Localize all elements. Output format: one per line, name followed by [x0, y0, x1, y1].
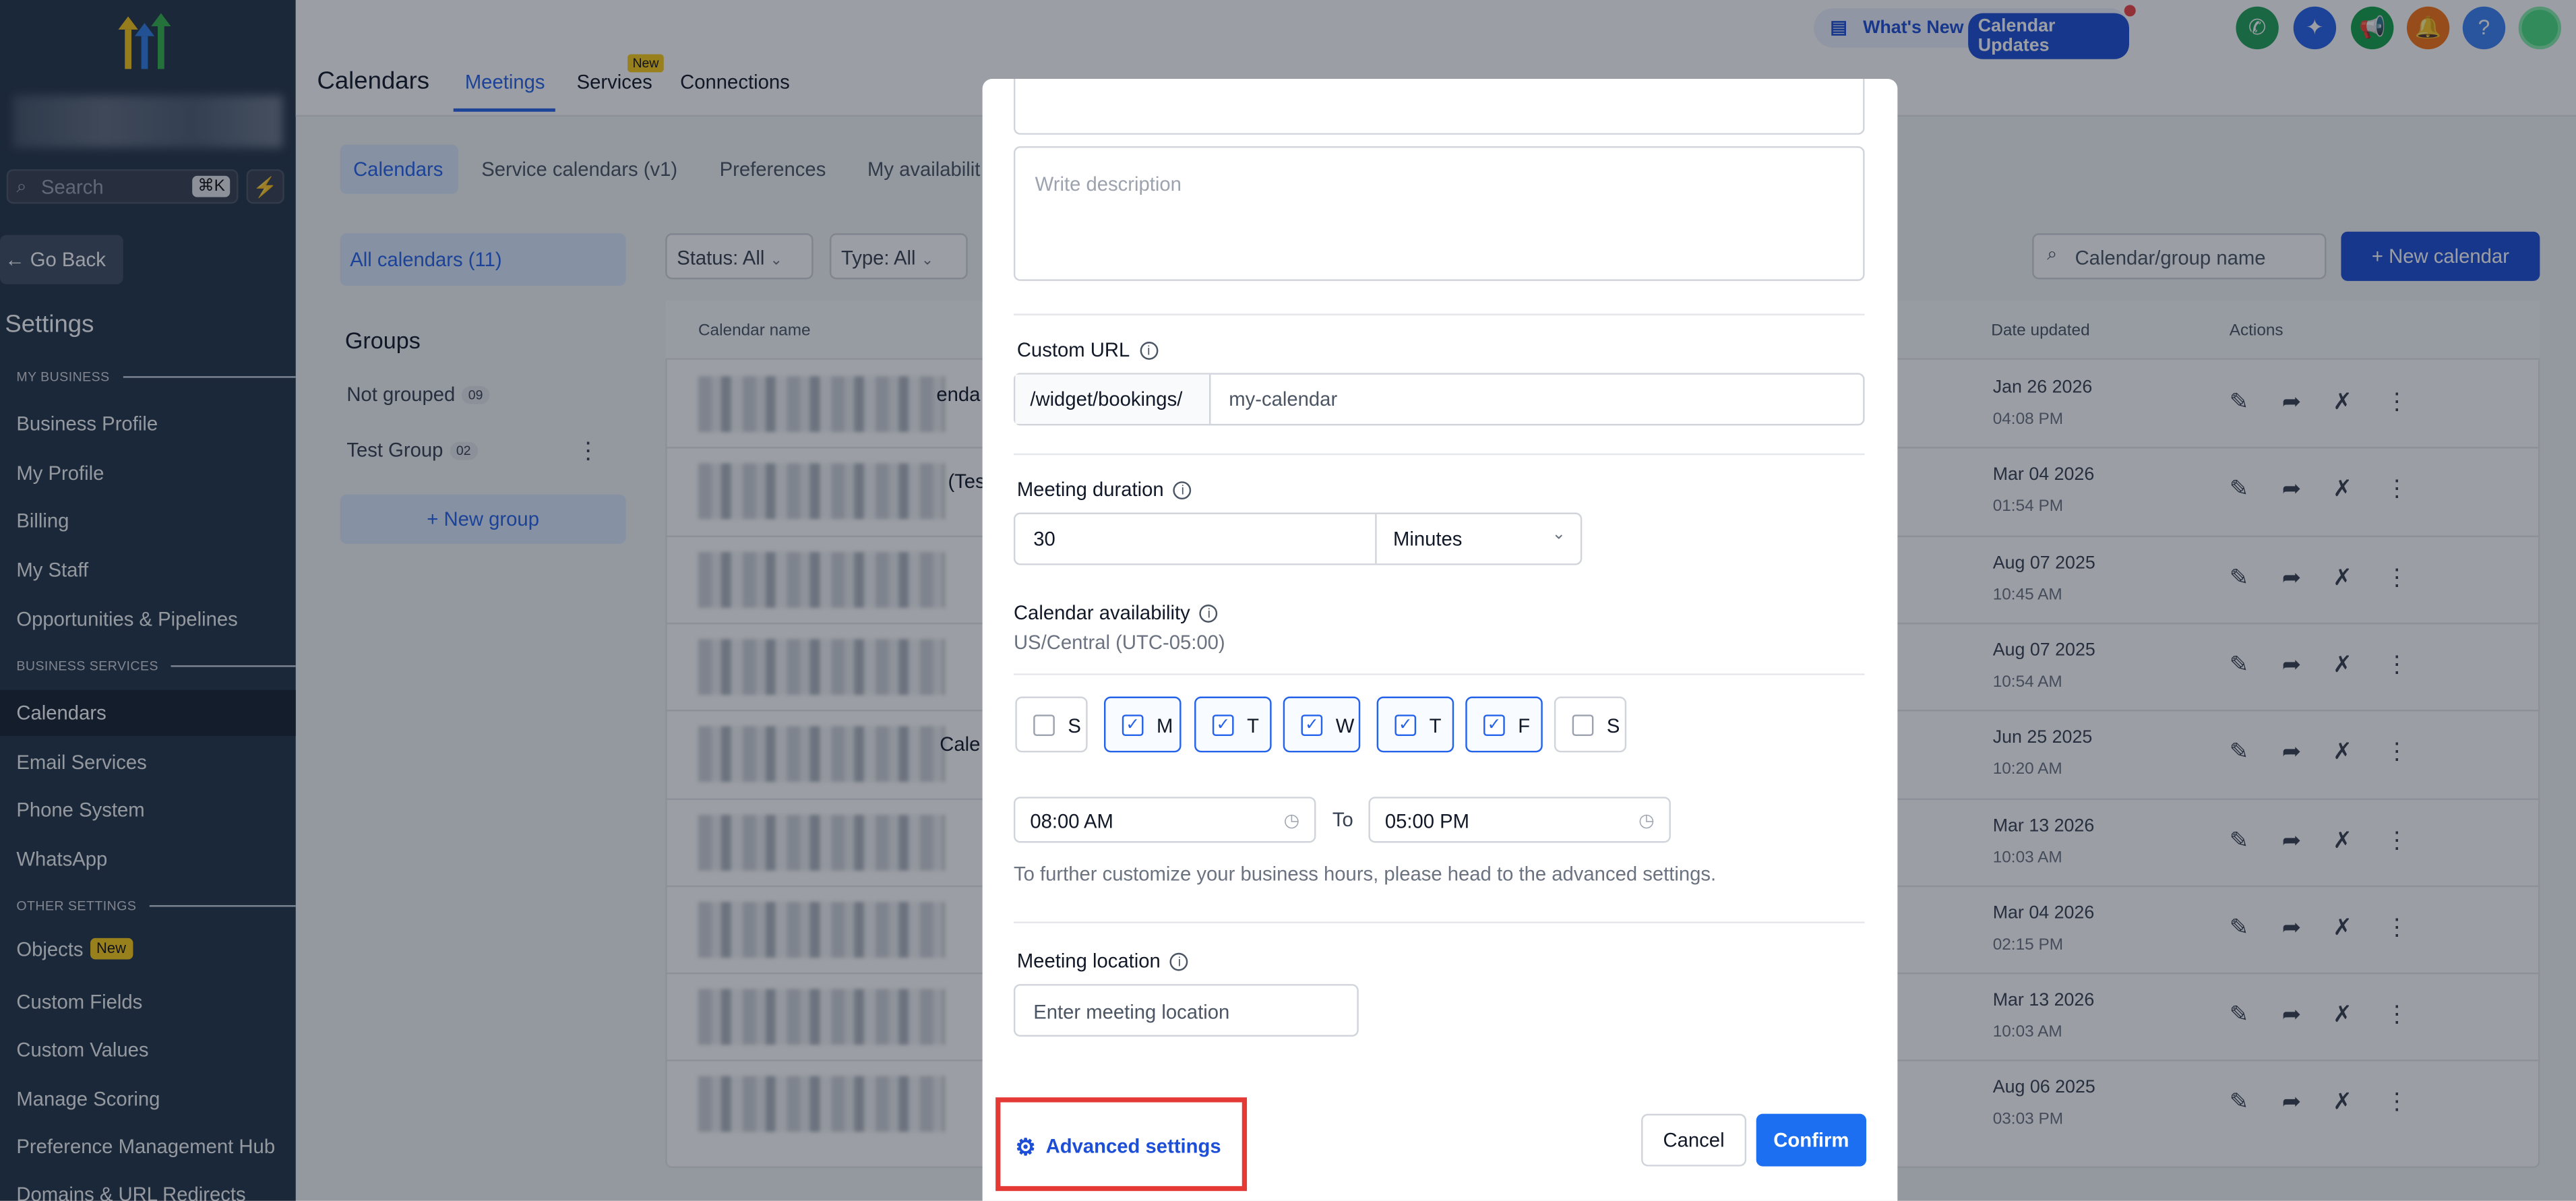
- url-input-placeholder: my-calendar: [1229, 388, 1338, 411]
- location-text: Meeting location: [1016, 949, 1161, 973]
- availability-text: Calendar availability: [1013, 601, 1190, 625]
- info-icon[interactable]: i: [1170, 953, 1189, 972]
- time-to-label: To: [1332, 808, 1353, 832]
- clock-icon: ◷: [1638, 811, 1655, 832]
- end-time-value: 05:00 PM: [1384, 809, 1470, 833]
- description-input[interactable]: Write description: [1013, 146, 1865, 281]
- checkbox-checked-icon[interactable]: ✓: [1394, 714, 1417, 736]
- chevron-down-icon: ⌄: [1552, 526, 1566, 544]
- duration-field[interactable]: 30 Minutes ⌄: [1013, 512, 1583, 565]
- checkbox-icon[interactable]: [1033, 714, 1055, 736]
- checkbox-checked-icon[interactable]: ✓: [1301, 714, 1323, 736]
- custom-url-field[interactable]: /widget/bookings/ my-calendar: [1013, 373, 1865, 426]
- checkbox-checked-icon[interactable]: ✓: [1122, 714, 1144, 736]
- day-label: T: [1429, 714, 1442, 738]
- availability-label: Calendar availability i: [1013, 601, 1219, 625]
- cancel-button[interactable]: Cancel: [1641, 1113, 1747, 1167]
- url-prefix: /widget/bookings/: [1015, 374, 1211, 424]
- day-toggle[interactable]: ✓ T: [1376, 696, 1454, 753]
- start-time-value: 08:00 AM: [1030, 809, 1113, 833]
- day-label: S: [1606, 714, 1620, 738]
- modal-top-row-cut: [1013, 79, 1865, 135]
- start-time-input[interactable]: 08:00 AM ◷: [1013, 797, 1316, 843]
- gear-icon: ⚙: [1015, 1133, 1036, 1160]
- divider: [1013, 673, 1865, 675]
- duration-value: 30: [1033, 527, 1055, 551]
- confirm-button[interactable]: Confirm: [1756, 1113, 1866, 1167]
- checkbox-checked-icon[interactable]: ✓: [1212, 714, 1234, 736]
- clock-icon: ◷: [1283, 811, 1300, 832]
- day-label: M: [1157, 714, 1173, 738]
- timezone-text: US/Central (UTC-05:00): [1013, 631, 1225, 654]
- meeting-location-label: Meeting location i: [1016, 949, 1189, 973]
- info-icon[interactable]: i: [1200, 605, 1219, 623]
- divider: [1013, 313, 1865, 315]
- day-toggle[interactable]: ✓ T: [1194, 696, 1272, 753]
- checkbox-icon[interactable]: [1572, 714, 1594, 736]
- info-icon[interactable]: i: [1139, 342, 1158, 361]
- day-toggle[interactable]: S: [1015, 696, 1088, 753]
- day-toggle[interactable]: ✓ F: [1465, 696, 1543, 753]
- day-label: T: [1247, 714, 1259, 738]
- duration-text: Meeting duration: [1016, 478, 1164, 501]
- info-icon[interactable]: i: [1173, 481, 1192, 500]
- checkbox-checked-icon[interactable]: ✓: [1483, 714, 1505, 736]
- end-time-input[interactable]: 05:00 PM ◷: [1368, 797, 1671, 843]
- advanced-settings-label: Advanced settings: [1045, 1134, 1221, 1158]
- day-toggle[interactable]: ✓ M: [1104, 696, 1182, 753]
- day-label: W: [1335, 714, 1355, 738]
- custom-url-text: Custom URL: [1016, 338, 1130, 362]
- duration-unit-value: Minutes: [1393, 527, 1463, 551]
- day-label: F: [1518, 714, 1531, 738]
- duration-unit-select[interactable]: Minutes ⌄: [1375, 514, 1582, 564]
- divider: [1013, 921, 1865, 923]
- day-toggle[interactable]: S: [1554, 696, 1627, 753]
- description-placeholder: Write description: [1035, 172, 1182, 196]
- divider: [1013, 453, 1865, 456]
- day-label: S: [1068, 714, 1081, 738]
- meeting-duration-label: Meeting duration i: [1017, 478, 1192, 501]
- meeting-location-input[interactable]: Enter meeting location: [1013, 984, 1359, 1037]
- day-toggle[interactable]: ✓ W: [1283, 696, 1361, 753]
- custom-url-label: Custom URL i: [1017, 338, 1158, 361]
- business-hours-hint: To further customize your business hours…: [1013, 862, 1717, 886]
- advanced-settings-button[interactable]: ⚙ Advanced settings: [1015, 1134, 1221, 1161]
- location-placeholder: Enter meeting location: [1033, 1000, 1230, 1024]
